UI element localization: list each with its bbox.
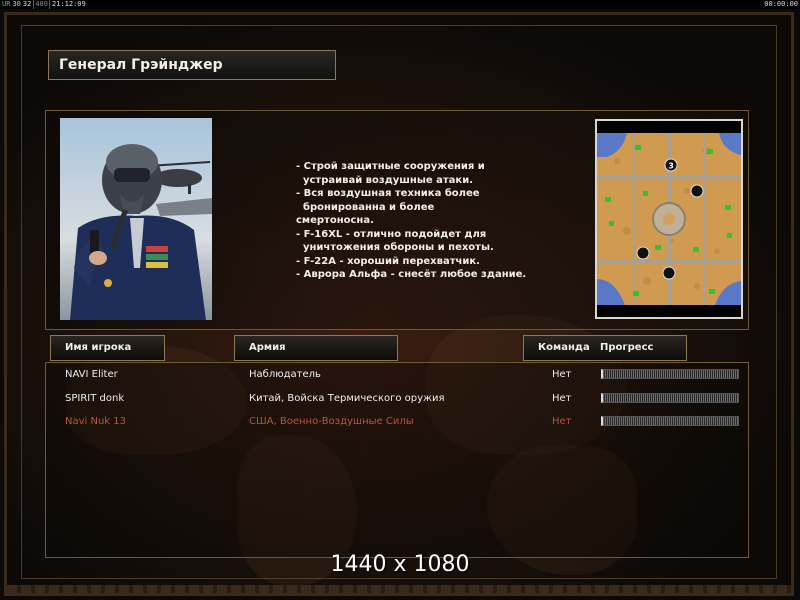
- minimap: 3: [595, 119, 743, 319]
- player-team: Нет: [552, 393, 572, 404]
- status-indicator-fps: 30: [12, 0, 21, 8]
- player-row: SPIRIT donk Китай, Войска Термического о…: [46, 389, 748, 409]
- description-line: - Строй защитные сооружения и: [296, 161, 485, 172]
- player-army: США, Военно-Воздушные Силы: [249, 416, 414, 427]
- column-header-player-name: Имя игрока: [50, 335, 165, 361]
- minimap-start-marker-3: 3: [668, 162, 674, 171]
- player-progress-bar: [601, 369, 739, 379]
- general-description: - Строй защитные сооружения и устраивай …: [296, 160, 566, 282]
- column-header-army: Армия: [234, 335, 398, 361]
- player-name: NAVI Eliter: [65, 369, 118, 380]
- player-army: Китай, Войска Термического оружия: [249, 393, 445, 404]
- description-line: смертоносна.: [296, 215, 374, 226]
- player-row: NAVI Eliter Наблюдатель Нет: [46, 365, 748, 385]
- status-clock: 21:12:09: [51, 0, 86, 8]
- player-team: Нет: [552, 416, 572, 427]
- status-indicator-ur: UR: [2, 0, 11, 8]
- player-name: Navi Nuk 13: [65, 416, 126, 427]
- player-team: Нет: [552, 369, 572, 380]
- general-portrait: [60, 118, 212, 320]
- description-line: - Аврора Альфа - снесёт любое здание.: [296, 269, 527, 280]
- player-progress-bar: [601, 393, 739, 403]
- general-portrait-image: [60, 118, 212, 320]
- status-indicator-32: 32: [22, 0, 32, 8]
- resolution-overlay: 1440 x 1080: [330, 552, 470, 577]
- description-line: - F-16XL - отлично подойдет для: [296, 228, 487, 240]
- description-line: устраивай воздушные атаки.: [296, 174, 474, 186]
- player-name: SPIRIT donk: [65, 393, 125, 404]
- status-bar: UR 30 32 480 21:12:09 00:00:00: [0, 0, 800, 9]
- status-timer: 00:00:00: [764, 0, 798, 8]
- player-row: Navi Nuk 13 США, Военно-Воздушные Силы Н…: [46, 412, 748, 432]
- description-line: уничтожения обороны и пехоты.: [296, 242, 494, 253]
- player-progress-bar: [601, 416, 739, 426]
- player-army: Наблюдатель: [249, 369, 321, 380]
- status-indicator-480: 480: [33, 0, 50, 9]
- column-header-progress: Прогресс: [600, 342, 654, 353]
- description-line: - F-22A - хороший перехватчик.: [296, 255, 480, 267]
- column-header-team: Команда: [538, 342, 590, 353]
- description-line: бронированна и более: [296, 201, 435, 213]
- description-line: - Вся воздушная техника более: [296, 188, 480, 199]
- column-header-team-progress: Команда Прогресс: [523, 335, 687, 361]
- general-title: Генерал Грэйнджер: [48, 50, 336, 80]
- minimap-image: 3: [597, 121, 741, 317]
- players-list: NAVI Eliter Наблюдатель Нет SPIRIT donk …: [45, 362, 749, 558]
